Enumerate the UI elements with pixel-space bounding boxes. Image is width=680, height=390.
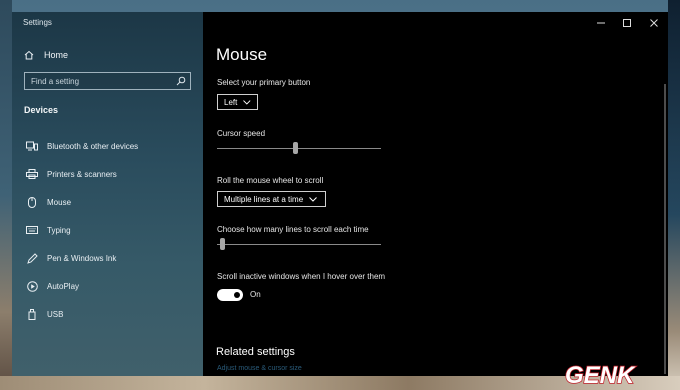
sidebar-item-label: Pen & Windows Ink — [47, 253, 117, 263]
desktop-background-right — [668, 0, 680, 390]
slider-thumb[interactable] — [220, 238, 225, 250]
toggle-state-text: On — [250, 290, 261, 299]
adjust-mouse-cursor-link[interactable]: Adjust mouse & cursor size — [217, 365, 302, 372]
home-label: Home — [44, 50, 69, 60]
sidebar-item-pen[interactable]: Pen & Windows Ink — [12, 244, 203, 272]
search-input[interactable] — [25, 76, 171, 86]
sidebar: Settings Home Devices Bluetooth & other … — [12, 12, 203, 376]
pen-icon — [25, 252, 39, 264]
sidebar-item-printers[interactable]: Printers & scanners — [12, 160, 203, 188]
sidebar-item-bluetooth[interactable]: Bluetooth & other devices — [12, 132, 203, 160]
sidebar-item-label: Printers & scanners — [47, 169, 117, 179]
page-title: Mouse — [216, 45, 268, 64]
scrollbar[interactable] — [664, 84, 666, 374]
toggle-knob — [234, 292, 240, 298]
slider-track — [217, 148, 381, 149]
sidebar-item-label: Typing — [47, 225, 71, 235]
primary-button-label: Select your primary button — [217, 78, 311, 87]
main-content: Mouse Select your primary button Left Cu… — [203, 12, 668, 376]
printer-icon — [25, 168, 39, 180]
minimize-button[interactable] — [587, 12, 615, 34]
sidebar-item-label: Bluetooth & other devices — [47, 141, 139, 151]
settings-window: Settings Home Devices Bluetooth & other … — [12, 12, 668, 376]
window-title: Settings — [23, 18, 52, 27]
mouse-icon — [25, 196, 39, 208]
slider-thumb[interactable] — [293, 142, 298, 154]
inactive-scroll-label: Scroll inactive windows when I hover ove… — [217, 272, 386, 281]
sidebar-item-typing[interactable]: Typing — [12, 216, 203, 244]
autoplay-icon — [25, 280, 39, 292]
home-link[interactable]: Home — [24, 50, 68, 60]
primary-button-value: Left — [224, 97, 238, 107]
sidebar-item-usb[interactable]: USB — [12, 300, 203, 328]
minimize-icon — [597, 22, 605, 24]
section-title: Devices — [24, 105, 59, 115]
desktop-background-left — [0, 0, 12, 390]
cursor-speed-slider[interactable] — [217, 142, 381, 154]
sidebar-item-mouse[interactable]: Mouse — [12, 188, 203, 216]
close-icon — [650, 19, 658, 27]
svg-text:GENK: GENK — [565, 362, 636, 388]
sidebar-item-label: Mouse — [47, 197, 72, 207]
search-icon[interactable] — [176, 76, 186, 86]
sidebar-nav: Bluetooth & other devices Printers & sca… — [12, 132, 203, 328]
sidebar-item-label: USB — [47, 309, 64, 319]
usb-icon — [25, 308, 39, 320]
scroll-mode-dropdown[interactable]: Multiple lines at a time — [217, 191, 326, 207]
primary-button-dropdown[interactable]: Left — [217, 94, 258, 110]
genk-watermark-logo: GENK — [564, 361, 637, 388]
keyboard-icon — [25, 224, 39, 236]
sidebar-item-label: AutoPlay — [47, 281, 80, 291]
scroll-lines-label: Choose how many lines to scroll each tim… — [217, 225, 369, 234]
maximize-button[interactable] — [613, 12, 641, 34]
inactive-scroll-toggle[interactable] — [217, 289, 243, 301]
scroll-mode-label: Roll the mouse wheel to scroll — [217, 176, 324, 185]
cursor-speed-label: Cursor speed — [217, 129, 266, 138]
scroll-mode-value: Multiple lines at a time — [224, 194, 304, 204]
bluetooth-devices-icon — [25, 140, 39, 152]
slider-track — [217, 244, 381, 245]
maximize-icon — [623, 19, 631, 27]
home-icon — [24, 50, 34, 60]
sidebar-item-autoplay[interactable]: AutoPlay — [12, 272, 203, 300]
close-button[interactable] — [640, 12, 668, 34]
related-settings-title: Related settings — [216, 346, 295, 358]
search-box[interactable] — [24, 72, 191, 90]
chevron-down-icon — [243, 99, 251, 105]
scroll-lines-slider[interactable] — [217, 238, 381, 250]
chevron-down-icon — [309, 196, 318, 202]
